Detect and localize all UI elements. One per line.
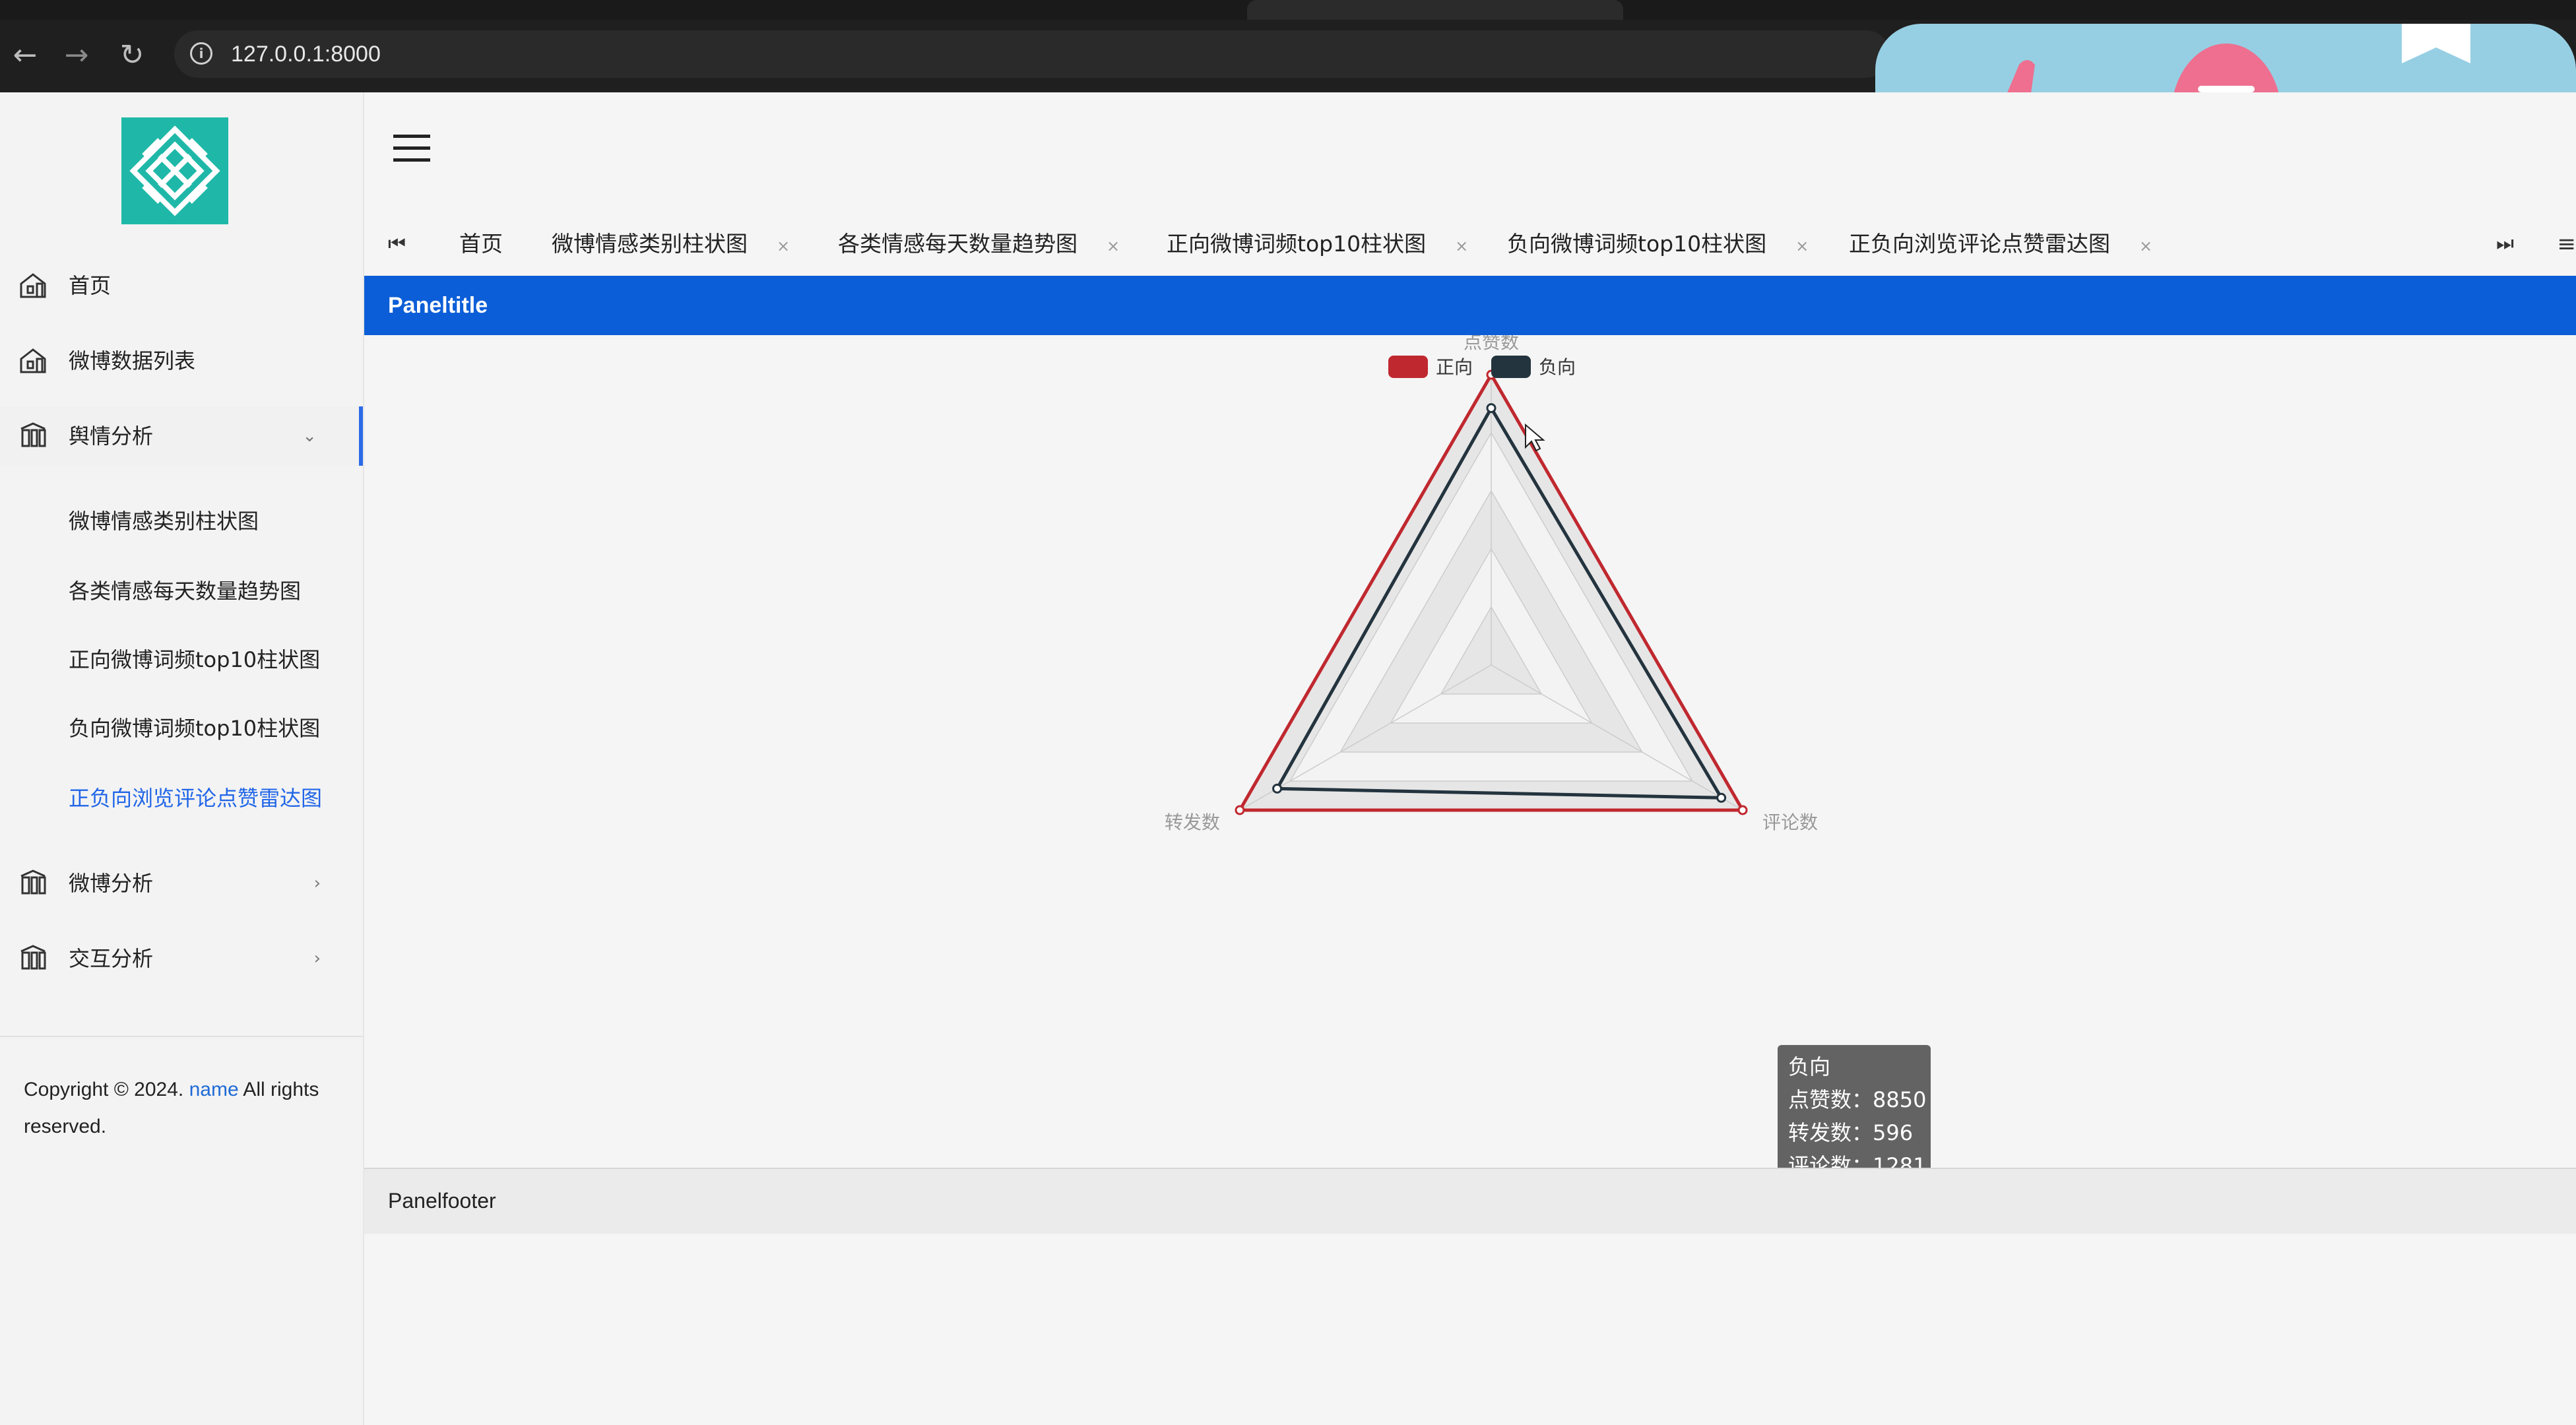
sidebar-item-weibo-analysis[interactable]: 微博分析 › [0,854,363,913]
legend-swatch [1388,356,1428,378]
close-icon[interactable]: × [777,214,790,278]
chart-tooltip: 负向 点赞数：8850 转发数：596 评论数：1281 [1778,1045,1931,1188]
panel-title: Paneltitle [388,293,488,318]
sidebar-item-home[interactable]: 首页 [0,256,363,315]
radar-data-point [1737,805,1748,815]
sidebar-item-label: 交互分析 [69,946,154,971]
submenu-item-positive-top10[interactable]: 正向微博词频top10柱状图 [69,639,346,681]
tab-label: 负向微博词频top10柱状图 [1507,231,1767,257]
sidebar-item-label: 微博数据列表 [69,348,196,373]
reload-icon[interactable]: ↻ [111,34,153,77]
url-text[interactable]: 127.0.0.1:8000 [231,38,381,70]
chevron-right-icon: › [313,873,321,893]
browser-active-tab[interactable] [1247,0,1623,20]
close-icon[interactable]: × [2139,214,2152,278]
tooltip-title: 负向 [1788,1054,1831,1079]
tab-label: 微博情感类别柱状图 [552,231,748,257]
app: 首页 微博数据列表 舆情分析 ⌄ 微博情感类别柱状图 各类情感每天数量趋势图 正… [0,92,2576,1425]
tab-label: 各类情感每天数量趋势图 [838,231,1078,257]
building-icon [20,422,46,447]
submenu-item-daily-trend[interactable]: 各类情感每天数量趋势图 [69,570,346,612]
close-icon[interactable]: × [1455,214,1468,278]
radar-indicator-label: 点赞数 [1464,335,1519,353]
building-icon [20,945,46,970]
tabs-scroll-right-icon[interactable]: ⏭ [2496,212,2514,276]
tab-negative-top10[interactable]: 负向微博词频top10柱状图 × [1507,212,1809,276]
sidebar-item-sentiment[interactable]: 舆情分析 ⌄ [0,406,363,466]
radar-data-point [1486,403,1497,414]
chevron-down-icon: ⌄ [302,426,317,446]
main-content: ⏮ 首页 微博情感类别柱状图 × 各类情感每天数量趋势图 × 正向微博词频top10… [364,92,2576,1425]
sidebar-item-label: 微博分析 [69,871,154,896]
sidebar-item-label: 舆情分析 [69,424,154,449]
tooltip-row-likes: 点赞数：8850 [1788,1087,1927,1112]
copyright-text: Copyright © 2024. name All rights reserv… [24,1071,334,1145]
legend-label: 正向 [1436,356,1473,378]
radar-data-point [1235,805,1245,815]
radar-data-point [1272,783,1283,794]
submenu-item-sentiment-bar[interactable]: 微博情感类别柱状图 [69,500,346,542]
sidebar: 首页 微博数据列表 舆情分析 ⌄ 微博情感类别柱状图 各类情感每天数量趋势图 正… [0,92,364,1425]
tab-label: 正向微博词频top10柱状图 [1167,231,1427,257]
panel-body: 点赞数 转发数 评论数 正向 负向 负向 点赞数：8850 转发数：596 评论数：12… [364,335,2576,1188]
url-field[interactable] [174,30,1890,78]
legend-label: 负向 [1539,356,1576,378]
info-icon[interactable]: i [190,42,212,65]
copyright-prefix: Copyright © 2024. [24,1079,189,1100]
bookmark-icon[interactable] [2402,24,2470,65]
back-icon[interactable]: ← [4,34,46,77]
sidebar-item-label: 首页 [69,273,112,298]
radar-data-point [1716,792,1727,803]
tab-home[interactable]: 首页 [459,212,503,276]
tab-label: 首页 [459,231,503,257]
page-tabs-bar: ⏮ 首页 微博情感类别柱状图 × 各类情感每天数量趋势图 × 正向微博词频top10… [364,212,2576,280]
home-icon [20,348,46,373]
building-icon [20,870,46,895]
chart-panel: Paneltitle 点赞数 转发数 评论数 正向 负向 负向 点赞数：8850 转发数… [364,276,2576,1234]
submenu-item-negative-top10[interactable]: 负向微博词频top10柱状图 [69,707,346,749]
tab-sentiment-bar[interactable]: 微博情感类别柱状图 × [552,212,790,276]
tab-radar[interactable]: 正负向浏览评论点赞雷达图 × [1849,212,2165,280]
tab-label: 正负向浏览评论点赞雷达图 [1849,231,2110,257]
sidebar-divider [0,1036,363,1037]
menu-toggle-icon[interactable] [393,135,430,162]
tabs-scroll-left-icon[interactable]: ⏮ [388,212,406,276]
close-icon[interactable]: × [1107,214,1120,278]
close-icon[interactable]: × [1795,214,1809,278]
copyright-link[interactable]: name [189,1079,239,1100]
radar-indicator-label: 转发数 [1165,811,1220,833]
tooltip-row-reposts: 转发数：596 [1788,1120,1914,1145]
home-icon [20,273,46,298]
radar-indicator-label: 评论数 [1762,811,1818,833]
submenu-item-radar[interactable]: 正负向浏览评论点赞雷达图 [69,777,346,819]
sidebar-item-weibo-list[interactable]: 微博数据列表 [0,331,363,391]
forward-icon[interactable]: → [55,34,98,77]
sidebar-item-interaction-analysis[interactable]: 交互分析 › [0,929,363,988]
panel-heading: Paneltitle [364,276,2576,335]
tab-daily-trend[interactable]: 各类情感每天数量趋势图 × [838,212,1120,276]
radar-chart[interactable]: 点赞数转发数 评论数正向 负向 [364,335,2576,1168]
panel-footer: Panelfooter [364,1168,2576,1234]
chevron-right-icon: › [313,949,321,968]
tabs-menu-icon[interactable]: ≡ [2558,212,2576,276]
tab-positive-top10[interactable]: 正向微博词频top10柱状图 × [1167,212,1468,276]
app-logo[interactable] [121,117,228,224]
legend-swatch [1491,356,1531,378]
panel-footer-text: Panelfooter [388,1189,496,1213]
